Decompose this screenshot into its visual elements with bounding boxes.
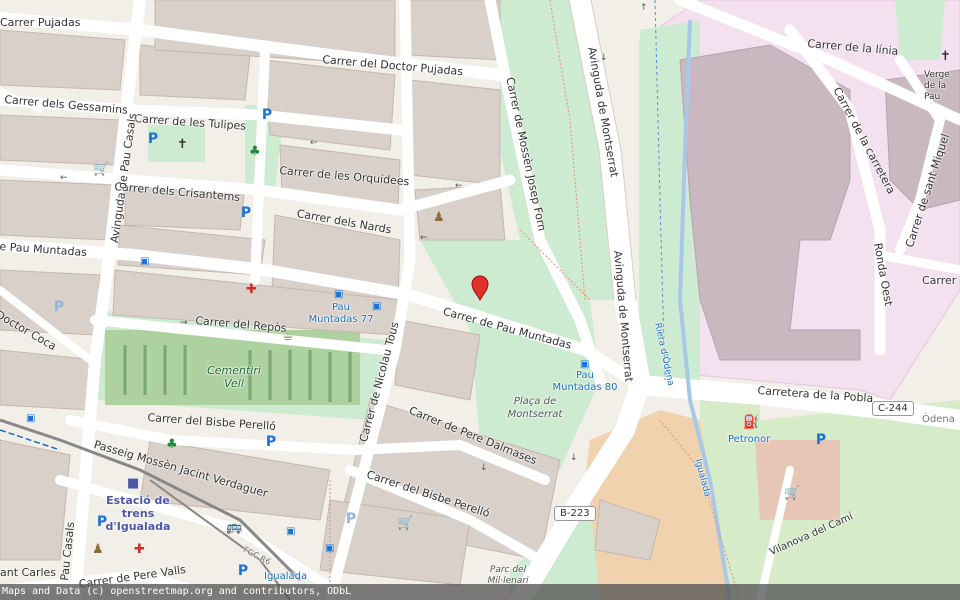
road-shield: C-244 bbox=[872, 401, 914, 416]
parking-icon[interactable]: P bbox=[95, 515, 109, 529]
bus-stop-icon[interactable]: ▣ bbox=[580, 358, 589, 371]
bus-stop-label: Pau Muntadas 80 bbox=[552, 370, 618, 393]
map-attribution[interactable]: Maps and Data (c) openstreetmap.org and … bbox=[0, 584, 960, 600]
parking-icon[interactable]: P bbox=[814, 433, 828, 447]
bus-stop-icon[interactable]: ▣ bbox=[140, 255, 149, 268]
street-label: ant Carles bbox=[0, 566, 57, 579]
playground-icon[interactable]: ♣ bbox=[166, 438, 178, 451]
bus-stop-icon[interactable]: ▣ bbox=[26, 412, 35, 425]
svg-text:↓: ↓ bbox=[480, 463, 488, 473]
parking-icon[interactable]: P bbox=[52, 300, 66, 314]
parking-icon[interactable]: P bbox=[239, 206, 253, 220]
bus-stop-icon[interactable]: ▣ bbox=[372, 300, 381, 313]
svg-text:↓: ↓ bbox=[600, 53, 608, 63]
bus-stop-icon[interactable]: ▣ bbox=[334, 288, 343, 301]
bus-stop-icon[interactable]: ▣ bbox=[325, 542, 334, 555]
fuel-icon[interactable]: ⛽ bbox=[743, 416, 759, 429]
parking-icon[interactable]: P bbox=[146, 132, 160, 146]
parking-icon[interactable]: P bbox=[264, 435, 278, 449]
train-icon[interactable]: ■ bbox=[127, 477, 139, 490]
svg-text:←: ← bbox=[60, 173, 68, 183]
church-icon[interactable]: ✝ bbox=[177, 138, 188, 151]
cemetery-label: Cementiri Vell bbox=[207, 364, 261, 390]
shop-icon[interactable]: 🛒 bbox=[93, 163, 109, 176]
fuel-label: Petronor bbox=[728, 434, 771, 445]
map-canvas[interactable]: ← → ← ← → ← ↓ ↑ ↓ ← ↓ Carrer Pujadas Carrer del… bbox=[0, 0, 960, 600]
bus-stop-icon[interactable]: ▣ bbox=[286, 525, 295, 538]
svg-text:←: ← bbox=[455, 181, 463, 191]
pharmacy-icon[interactable]: ✚ bbox=[246, 283, 257, 296]
parking-icon[interactable]: P bbox=[236, 564, 250, 578]
svg-text:←: ← bbox=[310, 138, 318, 148]
parking-icon[interactable]: P bbox=[260, 108, 274, 122]
church-label: Verge de la Pau bbox=[924, 70, 950, 102]
church-icon[interactable]: ✝ bbox=[940, 50, 951, 63]
svg-text:↑: ↑ bbox=[640, 3, 648, 13]
bus-stop-label: Pau Muntadas 77 bbox=[308, 302, 374, 325]
square-label: Plaça de Montserrat bbox=[507, 396, 563, 420]
svg-text:→: → bbox=[180, 318, 188, 328]
playground-icon[interactable]: ♣ bbox=[249, 145, 261, 158]
place-label: Igualada bbox=[264, 571, 308, 582]
toilets-icon[interactable]: ♟ bbox=[92, 543, 104, 556]
svg-text:←: ← bbox=[420, 233, 428, 243]
bus-stop-icon[interactable]: 🚌 bbox=[226, 521, 242, 534]
pharmacy-icon[interactable]: ✚ bbox=[134, 543, 145, 556]
svg-text:↓: ↓ bbox=[570, 453, 578, 463]
shop-icon[interactable]: 🛒 bbox=[397, 517, 413, 530]
place-label: Òdena bbox=[922, 414, 955, 425]
station-label: Estació de trens d'Igualada bbox=[105, 494, 171, 533]
shop-icon[interactable]: 🛒 bbox=[784, 487, 800, 500]
cafe-icon[interactable]: ☕ bbox=[282, 330, 294, 343]
street-label: Carrer bbox=[922, 274, 957, 287]
parking-icon[interactable]: P bbox=[344, 512, 358, 526]
toilets-icon[interactable]: ♟ bbox=[433, 211, 445, 224]
road-shield: B-223 bbox=[554, 506, 596, 521]
street-label: Carrer Pujadas bbox=[0, 16, 81, 29]
